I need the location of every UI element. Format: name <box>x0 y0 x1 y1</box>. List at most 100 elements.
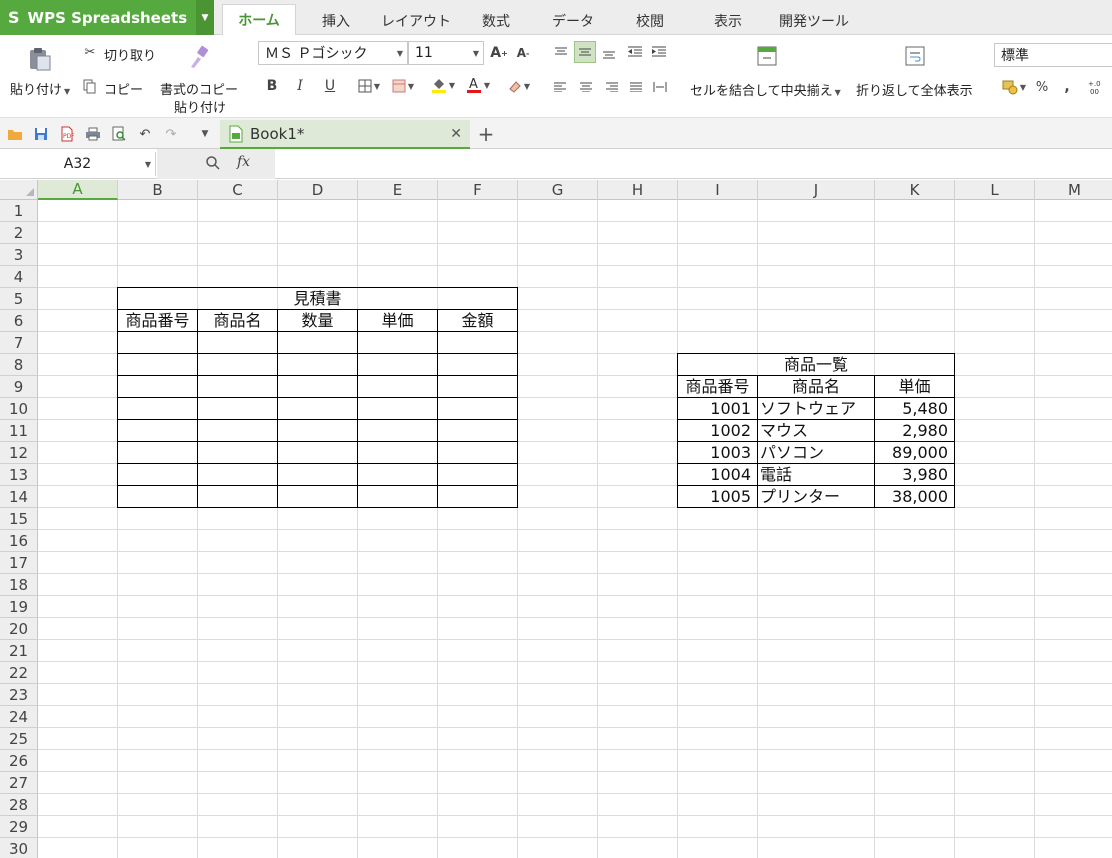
paste-button[interactable]: 貼り付け ▼ <box>10 79 70 98</box>
merge-center-icon[interactable] <box>756 45 778 67</box>
products-title[interactable]: 商品一覧 <box>678 354 954 376</box>
clear-format-icon[interactable]: ▼ <box>504 77 534 95</box>
comma-button[interactable]: , <box>1060 77 1074 97</box>
row-header-4[interactable]: 4 <box>0 266 38 288</box>
cut-button[interactable]: 切り取り <box>104 45 156 64</box>
row-header-14[interactable]: 14 <box>0 486 38 508</box>
product-name-cell[interactable]: ソフトウェア <box>758 398 874 420</box>
print-preview-icon[interactable] <box>110 125 128 143</box>
column-header-g[interactable]: G <box>518 180 598 200</box>
row-header-11[interactable]: 11 <box>0 420 38 442</box>
tab-home[interactable]: ホーム <box>222 4 296 36</box>
number-format-select[interactable]: 標準 <box>994 43 1112 67</box>
product-price-cell[interactable]: 5,480 <box>875 398 954 420</box>
column-header-k[interactable]: K <box>875 180 955 200</box>
fill-color-icon[interactable]: ▼ <box>428 75 458 95</box>
align-bottom-icon[interactable] <box>600 45 618 63</box>
align-middle-icon[interactable] <box>574 41 596 63</box>
underline-button[interactable]: U <box>322 77 338 95</box>
column-header-c[interactable]: C <box>198 180 278 200</box>
cell-style-icon[interactable]: ▼ <box>388 77 418 95</box>
tab-developer[interactable]: 開発ツール <box>774 6 854 35</box>
tab-insert[interactable]: 挿入 <box>306 6 366 35</box>
select-all-corner[interactable] <box>0 180 38 200</box>
align-left-icon[interactable] <box>552 79 568 95</box>
column-header-m[interactable]: M <box>1035 180 1112 200</box>
format-painter-label-2[interactable]: 貼り付け <box>174 97 226 116</box>
new-tab-plus-icon[interactable]: + <box>477 122 495 146</box>
merge-center-button[interactable]: セルを結合して中央揃え ▼ <box>690 80 841 99</box>
product-name-cell[interactable]: プリンター <box>758 486 874 508</box>
font-name-select[interactable]: ＭＳ Ｐゴシック ▼ <box>258 41 408 65</box>
products-header-cell[interactable]: 単価 <box>875 376 954 398</box>
row-header-24[interactable]: 24 <box>0 706 38 728</box>
column-header-f[interactable]: F <box>438 180 518 200</box>
align-right-icon[interactable] <box>604 79 620 95</box>
estimate-header-cell[interactable]: 単価 <box>358 310 437 332</box>
document-tab[interactable]: Book1* ✕ <box>220 120 470 149</box>
redo-icon[interactable]: ↷ <box>162 125 180 143</box>
row-header-27[interactable]: 27 <box>0 772 38 794</box>
products-header-cell[interactable]: 商品番号 <box>678 376 757 398</box>
estimate-header-cell[interactable]: 商品番号 <box>118 310 197 332</box>
row-header-2[interactable]: 2 <box>0 222 38 244</box>
product-name-cell[interactable]: マウス <box>758 420 874 442</box>
decrease-indent-icon[interactable] <box>626 43 644 61</box>
row-header-16[interactable]: 16 <box>0 530 38 552</box>
currency-icon[interactable]: ▼ <box>998 77 1030 97</box>
increase-indent-icon[interactable] <box>650 43 668 61</box>
row-header-29[interactable]: 29 <box>0 816 38 838</box>
print-icon[interactable] <box>84 125 102 143</box>
increase-font-icon[interactable]: A + <box>490 43 508 63</box>
formula-input[interactable] <box>276 152 1112 176</box>
justify-icon[interactable] <box>628 79 644 95</box>
column-header-a[interactable]: A <box>38 180 118 200</box>
align-center-icon[interactable] <box>578 79 594 95</box>
product-price-cell[interactable]: 38,000 <box>875 486 954 508</box>
font-color-icon[interactable]: A ▼ <box>462 75 494 95</box>
product-name-cell[interactable]: パソコン <box>758 442 874 464</box>
row-header-12[interactable]: 12 <box>0 442 38 464</box>
row-header-7[interactable]: 7 <box>0 332 38 354</box>
row-header-13[interactable]: 13 <box>0 464 38 486</box>
italic-button[interactable]: I <box>292 77 308 95</box>
row-header-3[interactable]: 3 <box>0 244 38 266</box>
product-id-cell[interactable]: 1004 <box>678 464 757 486</box>
zoom-search-icon[interactable] <box>205 155 221 171</box>
estimate-header-cell[interactable]: 金額 <box>438 310 517 332</box>
product-id-cell[interactable]: 1001 <box>678 398 757 420</box>
row-header-5[interactable]: 5 <box>0 288 38 310</box>
row-header-17[interactable]: 17 <box>0 552 38 574</box>
format-painter-icon[interactable] <box>186 44 212 70</box>
tab-layout[interactable]: レイアウト <box>376 6 456 35</box>
row-header-18[interactable]: 18 <box>0 574 38 596</box>
row-header-19[interactable]: 19 <box>0 596 38 618</box>
estimate-header-cell[interactable]: 数量 <box>278 310 357 332</box>
row-header-26[interactable]: 26 <box>0 750 38 772</box>
font-size-select[interactable]: 11 ▼ <box>408 41 484 65</box>
wrap-text-button[interactable]: 折り返して全体表示 <box>856 80 973 99</box>
column-header-l[interactable]: L <box>955 180 1035 200</box>
product-price-cell[interactable]: 3,980 <box>875 464 954 486</box>
align-top-icon[interactable] <box>552 43 570 61</box>
row-header-15[interactable]: 15 <box>0 508 38 530</box>
column-header-j[interactable]: J <box>758 180 875 200</box>
bold-button[interactable]: B <box>264 77 280 95</box>
row-header-6[interactable]: 6 <box>0 310 38 332</box>
open-folder-icon[interactable] <box>6 125 24 143</box>
product-price-cell[interactable]: 89,000 <box>875 442 954 464</box>
paste-icon[interactable] <box>26 45 54 73</box>
export-pdf-icon[interactable]: PDF <box>58 125 76 143</box>
row-header-23[interactable]: 23 <box>0 684 38 706</box>
row-header-1[interactable]: 1 <box>0 200 38 222</box>
column-header-e[interactable]: E <box>358 180 438 200</box>
row-header-28[interactable]: 28 <box>0 794 38 816</box>
row-header-25[interactable]: 25 <box>0 728 38 750</box>
product-id-cell[interactable]: 1005 <box>678 486 757 508</box>
format-painter-label-1[interactable]: 書式のコピー <box>160 79 238 98</box>
wrap-text-icon[interactable] <box>904 45 926 67</box>
app-menu-button[interactable]: S WPS Spreadsheets <box>0 0 196 35</box>
copy-button[interactable]: コピー <box>104 79 143 98</box>
row-header-8[interactable]: 8 <box>0 354 38 376</box>
product-id-cell[interactable]: 1003 <box>678 442 757 464</box>
